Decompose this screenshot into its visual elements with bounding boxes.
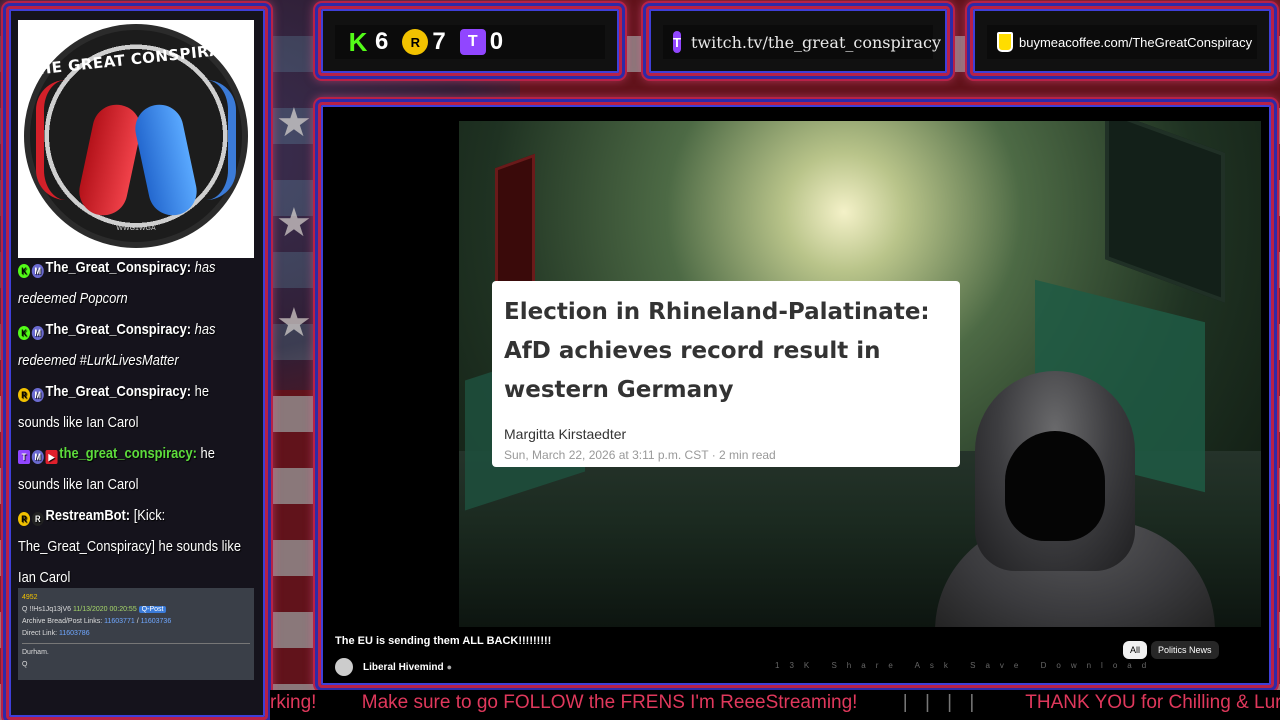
chat-username[interactable]: The_Great_Conspiracy: bbox=[46, 383, 192, 400]
chip-all[interactable]: All bbox=[1123, 641, 1148, 659]
channel-avatar[interactable] bbox=[335, 658, 353, 676]
star-icon: ★ bbox=[276, 101, 312, 145]
verified-icon: ● bbox=[446, 662, 453, 672]
hooded-figure bbox=[935, 371, 1215, 627]
chat-username[interactable]: the_great_conspiracy: bbox=[59, 445, 197, 462]
rumble-icon: R bbox=[402, 29, 429, 55]
video-player[interactable]: Election in Rhineland-Palatinate: AfD ac… bbox=[335, 121, 1261, 627]
buymeacoffee-bar: buymeacoffee.com/TheGreatConspiracy bbox=[987, 25, 1257, 59]
video-title[interactable]: The EU is sending them ALL BACK!!!!!!!!! bbox=[335, 635, 551, 647]
yellow-badge-icon: R bbox=[18, 512, 31, 526]
chat-username[interactable]: The_Great_Conspiracy: bbox=[46, 259, 192, 276]
q-post-body: Durham. bbox=[22, 649, 49, 656]
red-badge-icon: ▶ bbox=[45, 450, 58, 464]
video-meta-row: Liberal Hivemind ● 13K Share Ask Save Do… bbox=[335, 641, 1261, 677]
kick-badge-icon: K bbox=[18, 264, 31, 278]
ticker-item: rking! bbox=[270, 692, 317, 713]
direct-link[interactable]: 11603786 bbox=[59, 630, 90, 637]
logo-subtitle: WWG1WGA bbox=[116, 225, 156, 232]
article-read-time: 2 min read bbox=[719, 448, 776, 462]
channel-name[interactable]: Liberal Hivemind bbox=[363, 662, 444, 673]
ticker-item: THANK YOU for Chilling & Lur bbox=[1025, 692, 1280, 713]
star-icon: ★ bbox=[276, 301, 312, 345]
kick-icon: K bbox=[348, 26, 368, 57]
viewer-counts-panel: K6R7T0 bbox=[318, 6, 622, 76]
article-meta: Sun, March 22, 2026 at 3:11 p.m. CST · 2… bbox=[504, 448, 948, 462]
mod-badge-icon: M bbox=[31, 264, 44, 278]
buymeacoffee-panel: buymeacoffee.com/TheGreatConspiracy bbox=[970, 6, 1274, 76]
twitch-url[interactable]: twitch.tv/the_great_conspiracy bbox=[691, 33, 941, 52]
chat-message: K M The_Great_Conspiracy: has redeemed Pop… bbox=[18, 252, 254, 314]
ticker-bar: rking! Make sure to go FOLLOW the FRENS … bbox=[270, 690, 1280, 720]
twitch-icon: T bbox=[459, 29, 486, 55]
twitch-badge-icon: T bbox=[18, 450, 31, 464]
ticker-item: Make sure to go FOLLOW the FRENS I'm Ree… bbox=[361, 692, 858, 713]
divider bbox=[22, 643, 250, 644]
q-post-prefix: Q bbox=[22, 606, 28, 613]
chat-message: K M The_Great_Conspiracy: has redeemed #Lu… bbox=[18, 314, 254, 376]
viewer-count-value: 0 bbox=[489, 28, 504, 55]
viewer-count-item: K6 bbox=[345, 26, 389, 57]
white-badge-icon: R bbox=[31, 512, 44, 526]
mod-badge-icon: M bbox=[31, 450, 44, 464]
ticker-text: rking! Make sure to go FOLLOW the FRENS … bbox=[270, 692, 1280, 714]
twitch-icon: T bbox=[673, 31, 681, 53]
kick-badge-icon: K bbox=[18, 326, 31, 340]
q-post-tag: Q-Post bbox=[138, 606, 167, 613]
mod-badge-icon: M bbox=[31, 326, 44, 340]
channel-logo: THE GREAT CONSPIRACY WWG1WGA bbox=[18, 20, 254, 258]
logo-ring-right bbox=[206, 80, 236, 200]
chat-username[interactable]: RestreamBot: bbox=[46, 507, 131, 524]
article-card: Election in Rhineland-Palatinate: AfD ac… bbox=[492, 281, 960, 467]
twitch-url-panel: T twitch.tv/the_great_conspiracy bbox=[646, 6, 950, 76]
q-post-signature: Q bbox=[22, 661, 28, 668]
buymeacoffee-url[interactable]: buymeacoffee.com/TheGreatConspiracy bbox=[1019, 35, 1252, 50]
viewer-count-value: 6 bbox=[375, 28, 389, 55]
archive-sep: / bbox=[136, 618, 139, 625]
logo-ring-left bbox=[36, 80, 66, 200]
q-post-id: 4952 bbox=[22, 594, 38, 601]
archive-label: Archive Bread/Post Links: bbox=[22, 618, 103, 625]
hood-shadow bbox=[1005, 431, 1105, 541]
chat-message: R R RestreamBot: [Kick: The_Great_Conspira… bbox=[18, 500, 254, 582]
archive-link-2[interactable]: 11603736 bbox=[141, 618, 172, 625]
ticker-separator: | | | | bbox=[902, 692, 981, 713]
video-panel: Election in Rhineland-Palatinate: AfD ac… bbox=[318, 102, 1274, 688]
twitch-url-bar: T twitch.tv/the_great_conspiracy bbox=[663, 25, 941, 59]
q-post-panel: 4952 Q !!Hs1Jq13jV6 11/13/2020 00:20:55 … bbox=[18, 588, 254, 680]
viewer-count-item: T0 bbox=[459, 28, 504, 56]
archive-link-1[interactable]: 11603771 bbox=[104, 618, 135, 625]
viewer-count-value: 7 bbox=[432, 28, 446, 55]
coffee-cup-icon bbox=[997, 32, 1013, 52]
star-icon: ★ bbox=[276, 201, 312, 245]
q-post-trip: !!Hs1Jq13jV6 bbox=[29, 606, 72, 613]
yellow-badge-icon: R bbox=[18, 388, 31, 402]
mod-badge-icon: M bbox=[31, 388, 44, 402]
chat-username[interactable]: The_Great_Conspiracy: bbox=[46, 321, 192, 338]
q-post-date: 11/13/2020 00:20:55 bbox=[73, 606, 137, 613]
chat-message: T M ▶ the_great_conspiracy: he sounds like … bbox=[18, 438, 254, 500]
article-title: Election in Rhineland-Palatinate: AfD ac… bbox=[504, 299, 930, 403]
direct-link-label: Direct Link: bbox=[22, 630, 58, 637]
chip-politics-news[interactable]: Politics News bbox=[1151, 641, 1219, 659]
article-date: Sun, March 22, 2026 at 3:11 p.m. CST bbox=[504, 448, 709, 462]
chat-feed[interactable]: K M The_Great_Conspiracy: has redeemed Pop… bbox=[18, 252, 254, 582]
article-author: Margitta Kirstaedter bbox=[504, 426, 627, 442]
viewer-count-item: R7 bbox=[402, 28, 446, 56]
meta-dot: · bbox=[711, 448, 720, 462]
video-actions[interactable]: 13K Share Ask Save Download bbox=[775, 661, 1156, 670]
chat-message: R M The_Great_Conspiracy: he sounds like I… bbox=[18, 376, 254, 438]
viewer-counts-bar: K6R7T0 bbox=[335, 25, 605, 59]
